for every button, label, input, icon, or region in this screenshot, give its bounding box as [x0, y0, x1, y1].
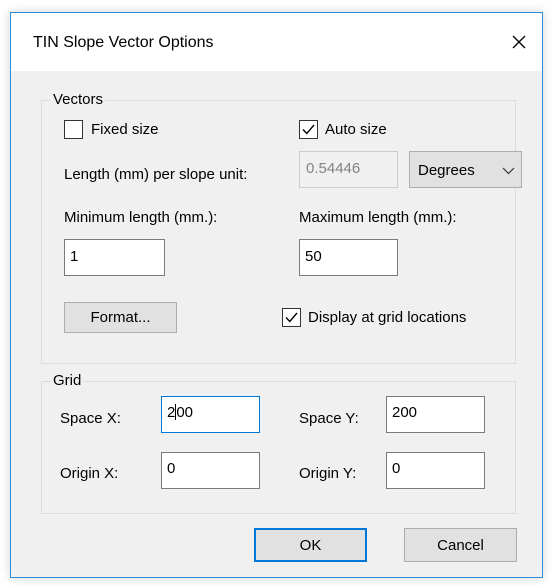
display-at-grid-label: Display at grid locations [308, 309, 467, 326]
format-button-label: Format... [90, 309, 151, 326]
checkmark-icon [285, 312, 298, 323]
auto-size-label: Auto size [325, 121, 387, 138]
space-x-value-end: 00 [176, 404, 194, 421]
origin-y-value: 0 [392, 460, 401, 477]
fixed-size-checkbox[interactable] [64, 120, 83, 139]
min-length-value: 1 [70, 248, 79, 265]
tin-slope-vector-options-dialog: TIN Slope Vector Options Vectors Fixed s… [10, 12, 543, 578]
close-icon [512, 35, 526, 49]
length-per-slope-unit-field: 0.54446 [299, 151, 398, 188]
cancel-button[interactable]: Cancel [404, 528, 517, 562]
min-length-field[interactable]: 1 [64, 239, 165, 276]
ok-button-label: OK [299, 536, 322, 554]
max-length-value: 50 [305, 248, 322, 265]
max-length-label: Maximum length (mm.): [299, 209, 457, 226]
space-x-value-start: 2 [167, 404, 176, 421]
space-x-field[interactable]: 200 [161, 396, 260, 433]
space-y-value: 200 [392, 404, 418, 421]
chevron-down-icon [502, 167, 515, 175]
fixed-size-label: Fixed size [91, 121, 159, 138]
format-button[interactable]: Format... [64, 302, 177, 333]
slope-unit-select[interactable]: Degrees [409, 151, 522, 188]
space-x-label: Space X: [60, 410, 121, 427]
origin-x-value: 0 [167, 460, 176, 477]
origin-y-label: Origin Y: [299, 465, 357, 482]
space-y-label: Space Y: [299, 410, 359, 427]
ok-button[interactable]: OK [254, 528, 367, 562]
cancel-button-label: Cancel [437, 536, 484, 554]
auto-size-checkbox[interactable] [299, 120, 318, 139]
max-length-field[interactable]: 50 [299, 239, 398, 276]
min-length-label: Minimum length (mm.): [64, 209, 218, 226]
vectors-group-label: Vectors [51, 91, 106, 108]
window-title: TIN Slope Vector Options [33, 34, 214, 51]
origin-y-field[interactable]: 0 [386, 452, 485, 489]
origin-x-field[interactable]: 0 [161, 452, 260, 489]
display-at-grid-checkbox[interactable] [282, 308, 301, 327]
length-per-slope-unit-label: Length (mm) per slope unit: [64, 166, 248, 183]
close-button[interactable] [496, 13, 542, 71]
space-y-field[interactable]: 200 [386, 396, 485, 433]
grid-group-label: Grid [51, 372, 84, 389]
length-per-slope-unit-value: 0.54446 [306, 160, 361, 177]
title-bar: TIN Slope Vector Options [11, 13, 542, 71]
origin-x-label: Origin X: [60, 465, 119, 482]
slope-unit-selected: Degrees [418, 162, 475, 179]
checkmark-icon [302, 124, 315, 135]
